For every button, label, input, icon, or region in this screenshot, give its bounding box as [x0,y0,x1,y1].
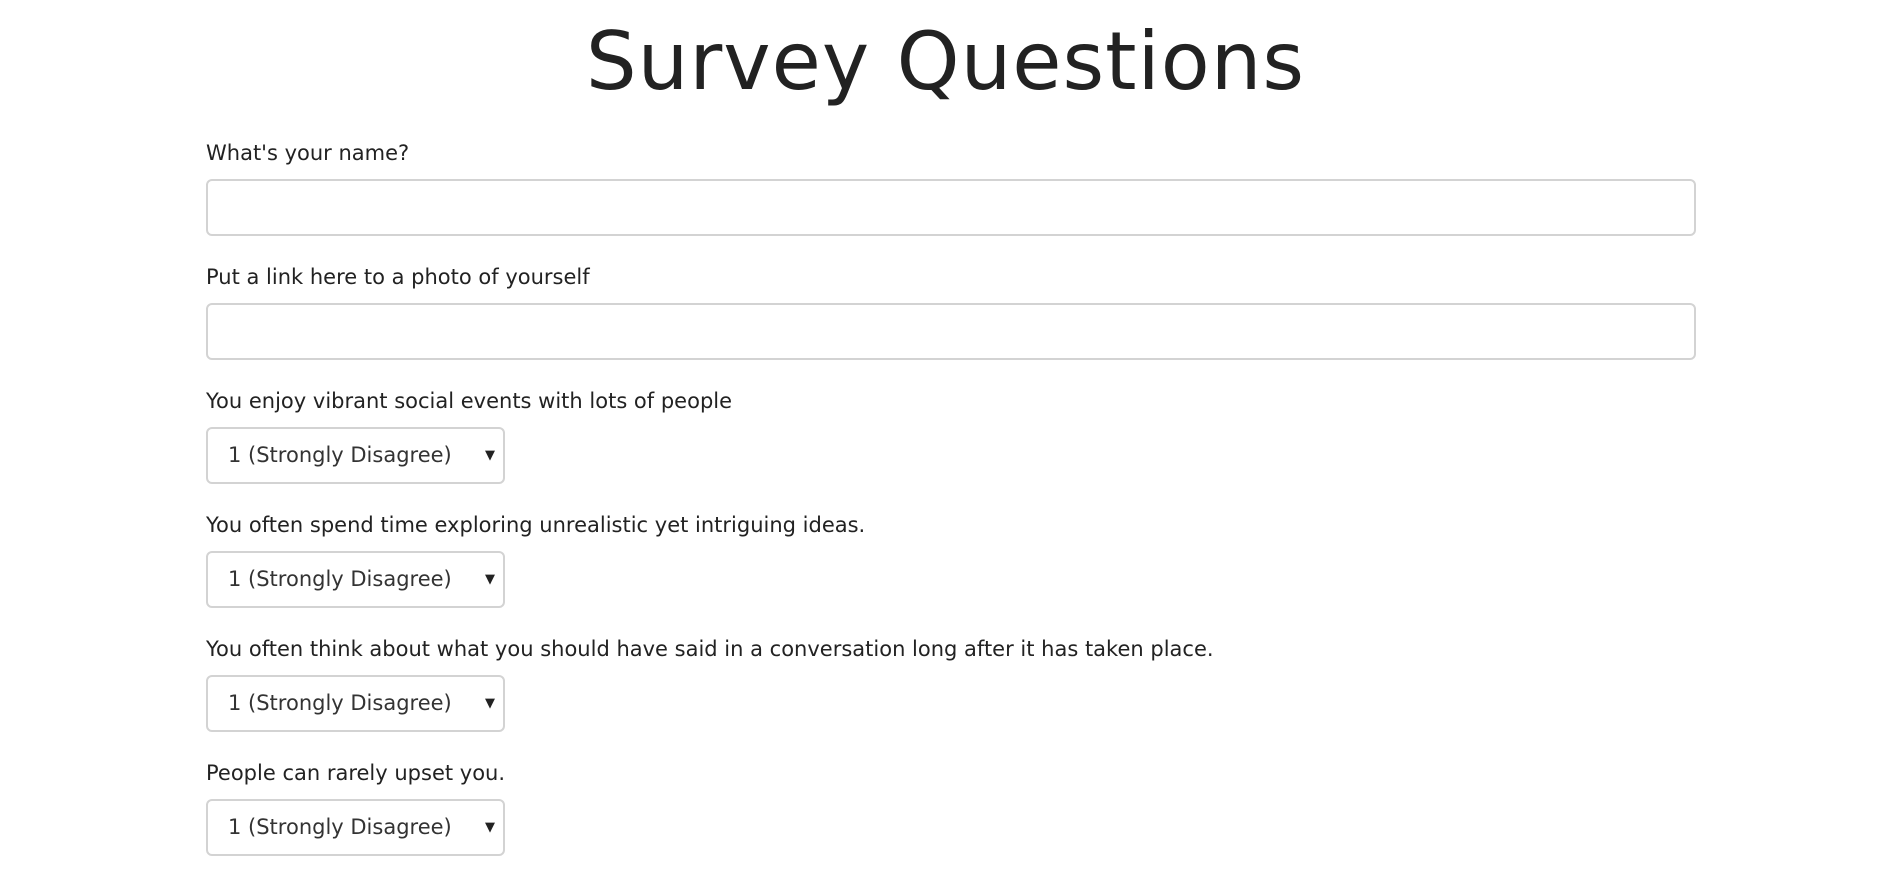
caret-down-icon: ▼ [485,820,495,835]
name-label: What's your name? [206,141,410,165]
question-3-select[interactable]: 1 (Strongly Disagree) ▼ [206,675,505,732]
question-4-selected-value: 1 (Strongly Disagree) [228,815,452,839]
question-2-label: You often spend time exploring unrealist… [206,513,866,537]
question-1-group: You enjoy vibrant social events with lot… [206,387,733,484]
caret-down-icon: ▼ [485,696,495,711]
photo-field-group: Put a link here to a photo of yourself [206,263,1696,360]
photo-link-input[interactable] [206,303,1696,360]
question-1-label: You enjoy vibrant social events with lot… [206,389,733,413]
page-title: Survey Questions [585,15,1306,108]
caret-down-icon: ▼ [485,448,495,463]
name-input[interactable] [206,179,1696,236]
question-3-group: You often think about what you should ha… [206,635,1214,732]
name-field-group: What's your name? [206,139,1696,236]
question-4-label: People can rarely upset you. [206,761,506,785]
question-2-group: You often spend time exploring unrealist… [206,511,866,608]
caret-down-icon: ▼ [485,572,495,587]
question-4-select[interactable]: 1 (Strongly Disagree) ▼ [206,799,505,856]
question-1-select[interactable]: 1 (Strongly Disagree) ▼ [206,427,505,484]
photo-link-label: Put a link here to a photo of yourself [206,265,590,289]
question-4-group: People can rarely upset you. 1 (Strongly… [206,759,506,856]
question-3-selected-value: 1 (Strongly Disagree) [228,691,452,715]
question-1-selected-value: 1 (Strongly Disagree) [228,443,452,467]
question-2-select[interactable]: 1 (Strongly Disagree) ▼ [206,551,505,608]
question-3-label: You often think about what you should ha… [206,637,1214,661]
question-2-selected-value: 1 (Strongly Disagree) [228,567,452,591]
